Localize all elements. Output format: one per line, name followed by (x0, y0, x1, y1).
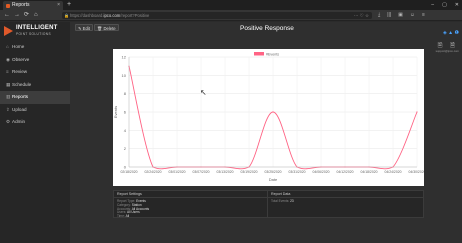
sidebar-item-upload[interactable]: ⇪ Upload (0, 104, 70, 117)
x-tick-label: 03/25/2020 (265, 170, 282, 174)
report-column-divider (267, 191, 268, 217)
menu-icon[interactable]: ≡ (422, 10, 425, 21)
x-tick-label: 04/30/2020 (409, 170, 424, 174)
reload-icon[interactable]: ⟳ (24, 10, 29, 21)
sidebar-item-label: Admin (12, 119, 26, 124)
report-summary: Report Settings Report Data Report Type:… (113, 190, 424, 218)
browser-tab-bar: Reports × + – ▢ ✕ (0, 0, 462, 10)
back-icon[interactable]: ← (4, 10, 10, 21)
url-suffix: /report?Positive (120, 13, 150, 18)
sidebar-item-schedule[interactable]: ▦ Schedule (0, 79, 70, 92)
report-row-key: Total Events: (271, 199, 290, 203)
x-tick-label: 03/31/2020 (289, 170, 306, 174)
library-icon[interactable]: ||| (387, 10, 391, 21)
download-icon[interactable]: ⤓ (378, 10, 380, 21)
page-title: Positive Response (240, 25, 294, 32)
sidebar-item-observe[interactable]: ◉ Observe (0, 54, 70, 67)
browser-tab[interactable]: Reports × (3, 1, 63, 10)
sidebar-item-label: Upload (12, 106, 27, 112)
sidebar-item-label: Observe (12, 56, 30, 62)
new-tab-button[interactable]: + (67, 0, 71, 10)
y-tick-label: 12 (122, 55, 127, 60)
tab-favicon-icon (6, 3, 10, 8)
close-window-icon[interactable]: ✕ (455, 0, 459, 10)
x-tick-label: 04/12/2020 (337, 170, 354, 174)
sidebar: INTELLIGENT POINT SOLUTIONS ⌂ Home ◉ Observ… (0, 22, 70, 243)
x-axis-title: Date (269, 177, 278, 182)
url-domain: ipco.com (103, 13, 121, 18)
sidebar-item-reports[interactable]: ▥ Reports (0, 91, 70, 104)
minimize-icon[interactable]: – (431, 0, 434, 10)
export-icons[interactable]: 🗎 🗎 (438, 41, 458, 51)
x-tick-label: 03/19/2020 (241, 170, 258, 174)
tab-title: Reports (12, 2, 30, 8)
logo-mark-icon (4, 26, 13, 36)
data-point (272, 111, 274, 113)
x-tick-label: 02/24/2020 (145, 170, 162, 174)
logo: INTELLIGENT POINT SOLUTIONS (4, 25, 68, 37)
y-tick-label: 2 (124, 146, 127, 151)
legend-swatch (254, 52, 264, 56)
y-tick-label: 6 (124, 110, 127, 115)
x-tick-label: 04/06/2020 (313, 170, 330, 174)
report-settings-header: Report Settings (117, 192, 142, 196)
logo-subtitle: POINT SOLUTIONS (16, 31, 51, 36)
line-chart: 0 2 4 6 8 10 12 02/18/2020 02/24/2020 03/01/2020 0… (113, 52, 424, 182)
sidebar-item-label: Reports (12, 94, 29, 99)
report-header-divider (114, 197, 423, 198)
top-bar: ✎ Edit 🗑 Delete Positive Response (70, 22, 462, 42)
report-row-key: Time: (117, 214, 125, 219)
legend-label: #Events (266, 52, 279, 56)
sidebar-item-admin[interactable]: ⚙ Admin (0, 116, 70, 129)
report-row-value: All (125, 214, 130, 219)
x-tick-label: 03/13/2020 (217, 170, 234, 174)
y-tick-label: 10 (122, 73, 127, 78)
sidebar-item-home[interactable]: ⌂ Home (0, 41, 70, 54)
tab-close-icon[interactable]: × (57, 1, 60, 10)
chart-panel: 0 2 4 6 8 10 12 02/18/2020 02/24/2020 03/01/2020 0… (113, 49, 424, 186)
sidebar-menu: ⌂ Home ◉ Observe ≡ Review ▦ Schedule ▥ Reports ⇪ Up… (0, 41, 70, 129)
y-tick-label: 8 (124, 91, 127, 96)
mouse-cursor-icon: ↖ (200, 88, 207, 97)
sidebar-item-label: Review (12, 69, 28, 74)
url-prefix: https://dashboard. (70, 13, 104, 18)
x-tick-label: 03/07/2020 (193, 170, 210, 174)
account-icon[interactable]: ☺ (410, 10, 415, 21)
lock-icon: 🔒 (64, 13, 69, 18)
x-tick-label: 03/01/2020 (169, 170, 186, 174)
report-row-value: 23 (290, 199, 294, 203)
logo-title: INTELLIGENT (16, 25, 58, 31)
browser-nav-bar: ← → ⟳ ⌂ 🔒 https://dashboard.ipco.com/rep… (0, 10, 462, 21)
maximize-icon[interactable]: ▢ (442, 0, 447, 10)
data-point (416, 111, 418, 113)
y-axis-title: Events (113, 106, 118, 118)
sidebar-item-label: Schedule (12, 81, 32, 87)
y-tick-label: 0 (124, 165, 127, 170)
sidebar-item-review[interactable]: ≡ Review (0, 66, 70, 79)
sidebar-item-label: Home (12, 44, 25, 49)
url-action-icons[interactable]: ··· ♡ ☆ (354, 12, 369, 19)
user-area: ◈ ▲ ❶ support@ipco.com (436, 21, 459, 57)
forward-icon[interactable]: → (14, 10, 20, 21)
home-nav-icon[interactable]: ⌂ (34, 10, 38, 21)
report-data-header: Report Data (271, 192, 291, 196)
y-tick-label: 4 (124, 128, 127, 133)
edit-button[interactable]: ✎ Edit (75, 24, 93, 31)
user-icons[interactable]: ◈ ▲ ❶ (443, 30, 459, 36)
x-tick-label: 04/18/2020 (361, 170, 378, 174)
report-row: Total Events: 23 (271, 199, 294, 203)
report-row: Time: All (117, 214, 129, 218)
url-bar[interactable]: 🔒 https://dashboard.ipco.com/report?Posi… (62, 12, 372, 19)
sidebar-toggle-icon[interactable]: ▣ (398, 10, 403, 21)
x-tick-label: 02/18/2020 (121, 170, 138, 174)
x-tick-label: 04/24/2020 (385, 170, 402, 174)
delete-button[interactable]: 🗑 Delete (94, 24, 119, 31)
